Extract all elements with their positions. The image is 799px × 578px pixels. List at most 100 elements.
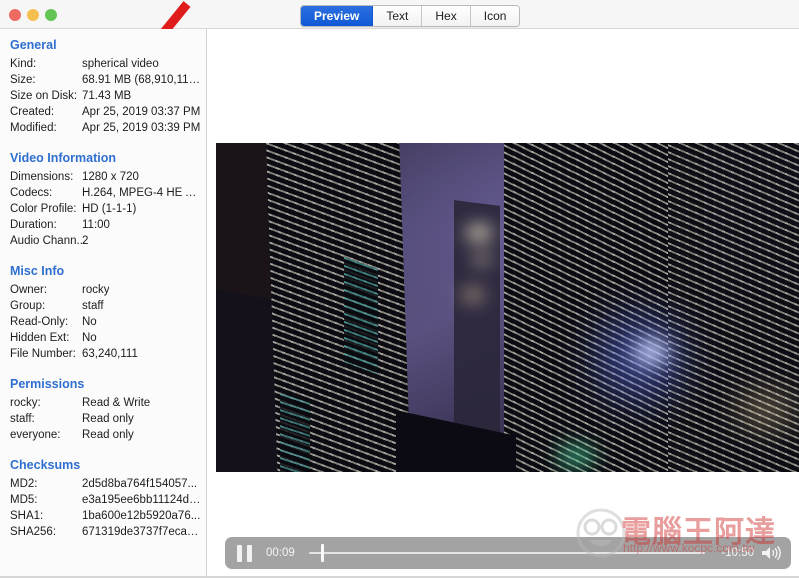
info-row: Audio Chann... 2: [0, 235, 206, 251]
minimize-button[interactable]: [27, 9, 39, 21]
scrubber[interactable]: [308, 544, 706, 562]
info-row-value: 2d5d8ba764f154057...: [82, 478, 198, 490]
info-sidebar: General Kind: spherical video Size: 68.91 MB…: [0, 29, 207, 576]
info-row: Dimensions: 1280 x 720: [0, 171, 206, 187]
info-row: File Number: 63,240,111: [0, 348, 206, 364]
distant-window-glow-3: [462, 288, 484, 302]
info-row: Size: 68.91 MB (68,910,115...: [0, 74, 206, 90]
info-row: MD2: 2d5d8ba764f154057...: [0, 478, 206, 494]
view-mode-segmented-control[interactable]: Preview Text Hex Icon: [300, 5, 521, 27]
distant-window-glow-2: [474, 253, 490, 265]
info-row-label: Codecs:: [10, 187, 53, 199]
info-row-value: spherical video: [82, 58, 159, 70]
info-row: SHA256: 671319de3737f7ecac...: [0, 526, 206, 542]
info-row: everyone: Read only: [0, 429, 206, 445]
info-row-label: MD5:: [10, 494, 38, 506]
info-row: SHA1: 1ba600e12b5920a76...: [0, 510, 206, 526]
info-row-label: Created:: [10, 106, 55, 118]
section-title-general: General: [10, 38, 57, 52]
info-row-value: 671319de3737f7ecac...: [82, 526, 202, 538]
tab-icon[interactable]: Icon: [470, 6, 520, 26]
info-row-label: staff:: [10, 413, 35, 425]
pause-icon[interactable]: [237, 544, 252, 562]
info-row-label: Owner:: [10, 284, 48, 296]
video-preview[interactable]: [216, 143, 799, 472]
info-row: rocky: Read & Write: [0, 397, 206, 413]
building-teal-windows: [344, 256, 378, 375]
info-row-value: Read & Write: [82, 397, 151, 409]
close-button[interactable]: [9, 9, 21, 21]
info-row-label: everyone:: [10, 429, 61, 441]
info-row-label: Kind:: [10, 58, 37, 70]
info-row-label: MD2:: [10, 478, 38, 490]
tab-hex[interactable]: Hex: [422, 6, 471, 26]
info-row: Owner: rocky: [0, 284, 206, 300]
info-row: Size on Disk: 71.43 MB: [0, 90, 206, 106]
info-row-value: 63,240,111: [82, 348, 138, 360]
section-title-video-information: Video Information: [10, 151, 117, 165]
info-row: Codecs: H.264, MPEG-4 HE AAC: [0, 187, 206, 203]
scrubber-handle[interactable]: [320, 544, 324, 562]
info-row: Hidden Ext: No: [0, 332, 206, 348]
section-title-misc-info: Misc Info: [10, 264, 65, 278]
info-row: staff: Read only: [0, 413, 206, 429]
info-row-label: Audio Chann...: [10, 235, 87, 247]
info-row-value: No: [82, 316, 97, 328]
tab-preview[interactable]: Preview: [301, 6, 374, 26]
info-row-value: rocky: [82, 284, 110, 296]
info-row-value: e3a195ee6bb11124d4...: [82, 494, 202, 506]
facade-white-glow: [634, 339, 668, 365]
warm-glow-right: [736, 393, 796, 427]
section-title-checksums: Checksums: [10, 458, 81, 472]
window-titlebar: Preview Text Hex Icon: [0, 0, 799, 29]
preview-pane: 00:09 -10:50: [208, 29, 799, 576]
info-row: Duration: 11:00: [0, 219, 206, 235]
info-row-label: Hidden Ext:: [10, 332, 70, 344]
info-row-label: Modified:: [10, 122, 57, 134]
info-row-label: Duration:: [10, 219, 57, 231]
section-title-permissions: Permissions: [10, 377, 85, 391]
file-info-window: Preview Text Hex Icon General Kind: spheri…: [0, 0, 799, 578]
info-row-label: SHA256:: [10, 526, 57, 538]
tab-text[interactable]: Text: [373, 6, 423, 26]
info-row-value: 1280 x 720: [82, 171, 139, 183]
info-row-value: Read only: [82, 429, 134, 441]
info-row: Read-Only: No: [0, 316, 206, 332]
info-row-label: Group:: [10, 300, 46, 312]
info-row: MD5: e3a195ee6bb11124d4...: [0, 494, 206, 510]
info-row-value: HD (1-1-1): [82, 203, 137, 215]
info-row-label: Size:: [10, 74, 36, 86]
info-row-label: Read-Only:: [10, 316, 69, 328]
info-row-value: 2: [82, 235, 89, 247]
info-row: Created: Apr 25, 2019 03:37 PM: [0, 106, 206, 122]
info-row: Kind: spherical video: [0, 58, 206, 74]
info-row-value: 1ba600e12b5920a76...: [82, 510, 201, 522]
info-row: Group: staff: [0, 300, 206, 316]
distant-window-glow: [466, 225, 492, 241]
building-teal-windows-lower: [280, 393, 310, 472]
remaining-time: -10:50: [721, 547, 754, 559]
info-row-value: staff: [82, 300, 104, 312]
info-row-label: Dimensions:: [10, 171, 74, 183]
info-row-value: Read only: [82, 413, 134, 425]
info-row-label: File Number:: [10, 348, 76, 360]
info-row: Color Profile: HD (1-1-1): [0, 203, 206, 219]
zoom-button[interactable]: [45, 9, 57, 21]
info-row-label: Size on Disk:: [10, 90, 78, 102]
info-row-value: 71.43 MB: [82, 90, 132, 102]
green-glow-bottom: [556, 443, 596, 469]
info-row-value: Apr 25, 2019 03:37 PM: [82, 106, 201, 118]
info-row-value: Apr 25, 2019 03:39 PM: [82, 122, 201, 134]
info-row-label: SHA1:: [10, 510, 44, 522]
video-player-controls[interactable]: 00:09 -10:50: [225, 537, 791, 569]
info-row-value: 68.91 MB (68,910,115...: [82, 74, 202, 86]
info-row-value: H.264, MPEG-4 HE AAC: [82, 187, 202, 199]
elapsed-time: 00:09: [266, 547, 295, 559]
volume-icon[interactable]: [760, 545, 782, 561]
info-row-label: rocky:: [10, 397, 41, 409]
info-row-label: Color Profile:: [10, 203, 77, 215]
scrubber-track[interactable]: [308, 552, 706, 554]
info-row-value: No: [82, 332, 97, 344]
info-row-value: 11:00: [82, 219, 110, 231]
info-row: Modified: Apr 25, 2019 03:39 PM: [0, 122, 206, 138]
